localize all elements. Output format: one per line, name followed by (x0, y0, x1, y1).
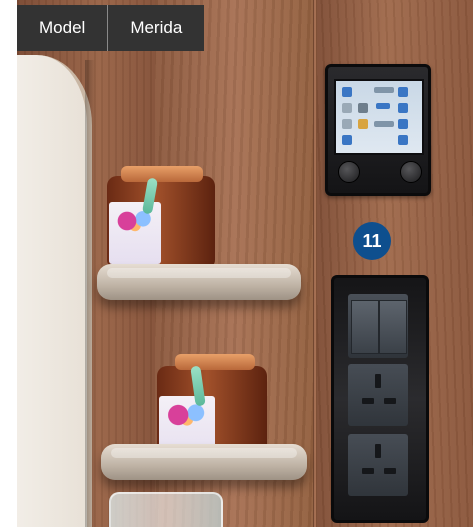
glass-jar-bottom (109, 492, 223, 527)
callout-number-badge: 11 (353, 222, 391, 260)
screen-icon (342, 87, 352, 97)
shelf-lip (107, 268, 291, 278)
screen-icon (376, 103, 390, 109)
arched-doorway (17, 55, 92, 527)
screen-icon (398, 87, 408, 97)
screen-icon (398, 103, 408, 113)
model-caption-bar: Model Merida (17, 5, 205, 51)
screen-icon (358, 103, 368, 113)
socket-pin (375, 374, 381, 388)
page-margin (0, 0, 17, 527)
switch-block (348, 294, 408, 358)
uk-socket-upper (348, 364, 408, 426)
control-panel-screen (334, 79, 424, 155)
screen-icon (398, 135, 408, 145)
shelf-lower (101, 444, 307, 480)
uk-socket-lower (348, 434, 408, 496)
socket-pin (384, 398, 396, 404)
product-photo: 11 (17, 0, 473, 527)
socket-pin (375, 444, 381, 458)
jar-lid-upper (121, 166, 203, 182)
socket-pin (362, 468, 374, 474)
rocker-switch (351, 300, 379, 354)
caption-model-value: Merida (130, 18, 183, 37)
screen-icon (358, 119, 368, 129)
screen-icon (374, 87, 394, 93)
control-panel (325, 64, 431, 196)
screen-icon (374, 121, 394, 127)
label-graphic (165, 404, 209, 426)
caption-model-label: Model (39, 18, 86, 37)
screen-icon (342, 135, 352, 145)
screen-icon (398, 119, 408, 129)
power-socket-panel (331, 275, 429, 523)
panel-seam (313, 0, 317, 527)
screen-icon (342, 103, 352, 113)
shelf-lip (111, 448, 297, 458)
jar-label-upper (109, 202, 161, 264)
shelf-upper (97, 264, 301, 300)
power-knob (338, 161, 360, 183)
socket-pin (384, 468, 396, 474)
screen-icon (342, 119, 352, 129)
rocker-switch (379, 300, 407, 354)
socket-pin (362, 398, 374, 404)
doorway-shadow (85, 60, 95, 527)
menu-knob (400, 161, 422, 183)
jar-lid-lower (175, 354, 255, 370)
